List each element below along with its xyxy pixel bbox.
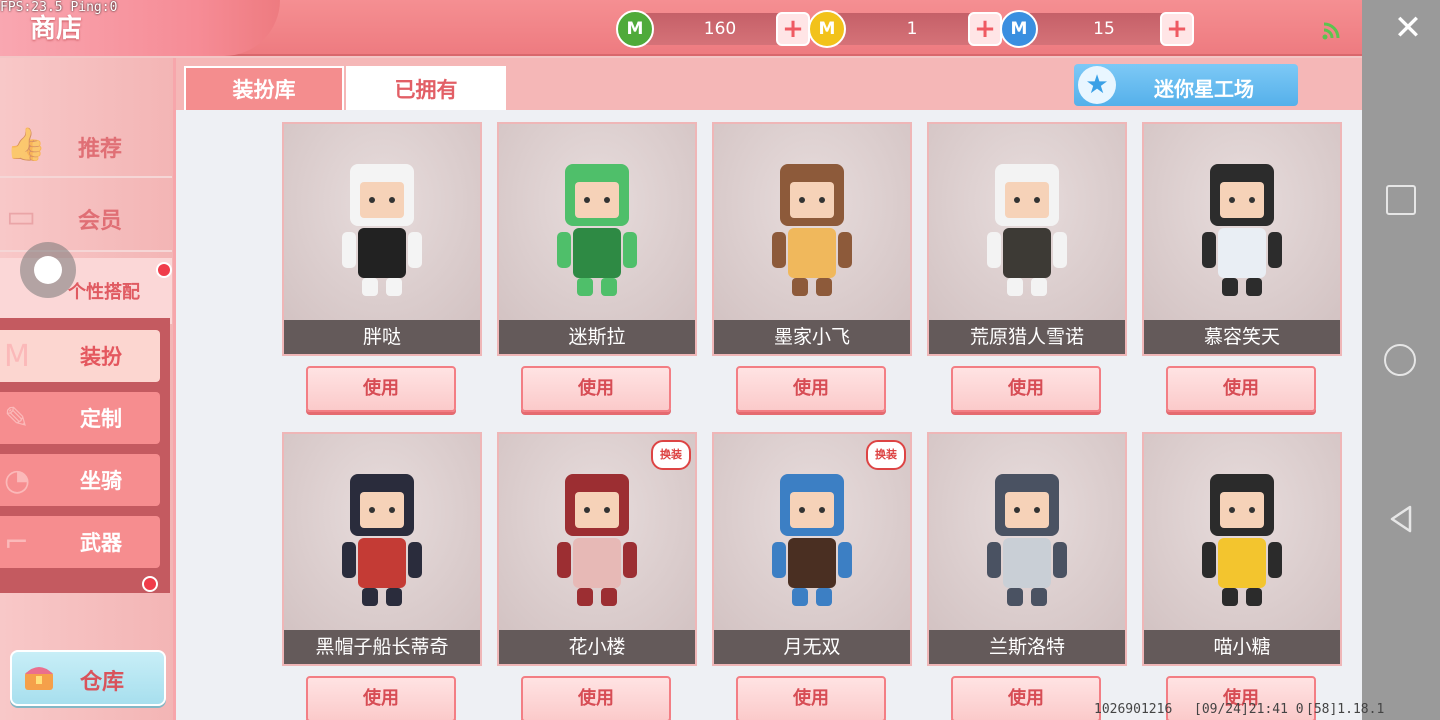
skin-card[interactable]: 喵小糖	[1142, 432, 1342, 666]
floating-joystick-icon[interactable]	[20, 242, 76, 298]
gun-icon: ⌐	[4, 524, 30, 560]
skin-name: 胖哒	[284, 320, 480, 354]
use-skin-button[interactable]: 使用	[951, 366, 1101, 412]
use-skin-button[interactable]: 使用	[306, 676, 456, 720]
sidebar-item-label: 推荐	[78, 137, 123, 162]
gold-currency: M 1 +	[808, 10, 1002, 48]
skin-name: 月无双	[714, 630, 910, 664]
pencil-icon: ✎	[4, 400, 30, 436]
skin-card[interactable]: 黑帽子船长蒂奇	[282, 432, 482, 666]
skin-grid: 胖哒 使用 迷斯拉 使用 墨家小飞 使用 荒原猎人雪诺 使用 慕容笑天 使用 黑帽子船长蒂奇 使用 换装…	[176, 110, 1362, 720]
swap-outfit-badge: 换装	[651, 440, 691, 470]
use-skin-button[interactable]: 使用	[736, 366, 886, 412]
blue-currency: M 15 +	[1000, 10, 1194, 48]
fps-readout: FPS:23.5 Ping:0	[0, 0, 118, 15]
skin-character-image	[1144, 124, 1340, 320]
green-mini-coin-icon: M	[616, 10, 654, 48]
skin-name: 黑帽子船长蒂奇	[284, 630, 480, 664]
skin-character-image	[284, 434, 480, 630]
notification-badge	[142, 576, 158, 592]
skin-name: 荒原猎人雪诺	[929, 320, 1125, 354]
tab-costume-library[interactable]: 装扮库	[184, 66, 344, 112]
outfit-submenu: M 装扮 ✎ 定制 ◔ 坐骑 ⌐ 武器	[0, 318, 170, 593]
version: [58]1.18.1	[1306, 702, 1385, 717]
sidebar-subitem-weapon[interactable]: ⌐ 武器	[0, 516, 160, 568]
sidebar-subitem-label: 坐骑	[80, 469, 122, 493]
sidebar-subitem-label: 武器	[80, 531, 122, 555]
skin-name: 迷斯拉	[499, 320, 695, 354]
tab-owned[interactable]: 已拥有	[346, 66, 506, 112]
star-icon: ★	[1078, 66, 1116, 104]
sidebar-subitem-dressup[interactable]: M 装扮	[0, 330, 160, 382]
skin-name: 兰斯洛特	[929, 630, 1125, 664]
notification-badge	[156, 262, 172, 278]
storage-button[interactable]: 仓库	[10, 650, 166, 706]
main-panel: 装扮库 已拥有 ★ 迷你星工场 胖哒使用 迷斯拉使用 墨家小飞使用 荒原猎人雪诺使用 慕…	[176, 58, 1362, 720]
skin-character-image	[284, 124, 480, 320]
swap-outfit-badge: 换装	[866, 440, 906, 470]
blue-mini-coin-icon: M	[1000, 10, 1038, 48]
storage-label: 仓库	[80, 670, 125, 695]
skin-name: 墨家小飞	[714, 320, 910, 354]
blue-currency-value: 15	[1093, 19, 1115, 39]
skin-character-image	[714, 124, 910, 320]
sidebar-item-vip[interactable]: ▭ 会员	[0, 186, 172, 252]
sidebar-subitem-label: 定制	[80, 407, 122, 431]
add-gold-currency-button[interactable]: +	[968, 12, 1002, 46]
sidebar-subitem-custom[interactable]: ✎ 定制	[0, 392, 160, 444]
back-icon[interactable]	[1386, 503, 1418, 535]
use-skin-button[interactable]: 使用	[736, 676, 886, 720]
skin-card[interactable]: 换装花小楼	[497, 432, 697, 666]
skin-card[interactable]: 迷斯拉	[497, 122, 697, 356]
mini-star-workshop-button[interactable]: ★ 迷你星工场	[1074, 64, 1298, 106]
user-id: 1026901216	[1094, 702, 1173, 717]
skin-name: 花小楼	[499, 630, 695, 664]
sidebar-item-recommend[interactable]: 👍 推荐	[0, 114, 172, 180]
skin-character-image	[929, 434, 1125, 630]
green-currency: M 160 +	[616, 10, 810, 48]
recent-apps-icon[interactable]	[1386, 185, 1416, 215]
skin-name: 喵小糖	[1144, 630, 1340, 664]
sidebar-item-label: 个性搭配	[68, 282, 140, 303]
sidebar-item-label: 会员	[78, 209, 123, 234]
skin-card[interactable]: 胖哒	[282, 122, 482, 356]
vip-card-icon: ▭	[6, 197, 37, 235]
use-skin-button[interactable]: 使用	[951, 676, 1101, 720]
gold-mini-coin-icon: M	[808, 10, 846, 48]
skin-character-image	[1144, 434, 1340, 630]
use-skin-button[interactable]: 使用	[521, 366, 671, 412]
chest-icon	[22, 660, 56, 702]
gold-currency-value: 1	[906, 19, 918, 39]
green-currency-value: 160	[703, 19, 737, 39]
thumbs-up-icon: 👍	[6, 125, 46, 163]
use-skin-button[interactable]: 使用	[1166, 366, 1316, 412]
workshop-label: 迷你星工场	[1154, 77, 1254, 101]
skin-card[interactable]: 荒原猎人雪诺	[927, 122, 1127, 356]
skin-character-image	[929, 124, 1125, 320]
timestamp: [09/24]21:41 0	[1194, 702, 1304, 717]
skin-card[interactable]: 兰斯洛特	[927, 432, 1127, 666]
home-icon[interactable]	[1384, 344, 1416, 376]
signal-icon	[1322, 22, 1340, 40]
sidebar-subitem-mount[interactable]: ◔ 坐骑	[0, 454, 160, 506]
skin-character-image	[499, 124, 695, 320]
top-bar: 商店 M 160 + M 1 + M 15 +	[0, 0, 1362, 56]
stroller-icon: ◔	[4, 462, 31, 498]
use-skin-button[interactable]: 使用	[521, 676, 671, 720]
divider	[0, 176, 172, 178]
sidebar-subitem-label: 装扮	[80, 345, 122, 369]
skin-card[interactable]: 墨家小飞	[712, 122, 912, 356]
add-green-currency-button[interactable]: +	[776, 12, 810, 46]
close-button[interactable]: ✕	[1388, 10, 1428, 46]
shirt-icon: M	[4, 338, 30, 374]
use-skin-button[interactable]: 使用	[306, 366, 456, 412]
skin-name: 慕容笑天	[1144, 320, 1340, 354]
skin-card[interactable]: 慕容笑天	[1142, 122, 1342, 356]
add-blue-currency-button[interactable]: +	[1160, 12, 1194, 46]
skin-card[interactable]: 换装月无双	[712, 432, 912, 666]
